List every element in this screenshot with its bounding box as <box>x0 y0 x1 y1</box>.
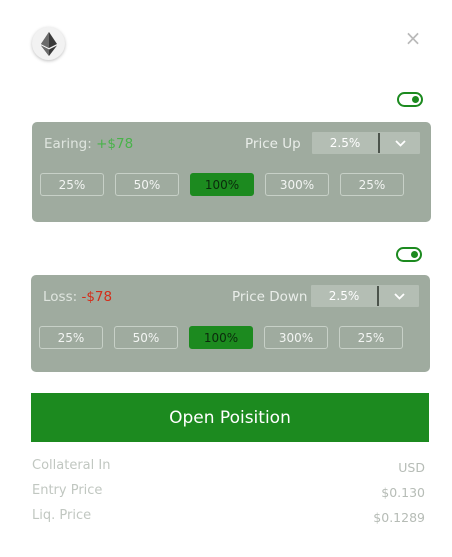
entry-price-label: Entry Price <box>32 483 103 498</box>
earning-label-group: Earing: +$78 <box>44 136 133 152</box>
loss-option-50[interactable]: 50% <box>114 326 178 349</box>
price-up-label: Price Up <box>245 136 301 152</box>
liq-price-label: Liq. Price <box>32 508 92 523</box>
ethereum-icon <box>40 31 57 56</box>
chevron-down-icon[interactable] <box>380 139 420 147</box>
loss-card: Loss: -$78 Price Down 2.5% 25% 50% 100% … <box>31 275 430 372</box>
price-up-value: 2.5% <box>329 136 361 150</box>
earning-option-100[interactable]: 100% <box>190 173 254 196</box>
close-icon[interactable]: × <box>404 28 422 48</box>
price-down-select[interactable]: 2.5% <box>311 285 419 307</box>
earning-option-50[interactable]: 50% <box>115 173 179 196</box>
price-down-label: Price Down <box>232 289 308 305</box>
earning-option-25[interactable]: 25% <box>40 173 104 196</box>
loss-value: -$78 <box>81 289 113 305</box>
price-up-select[interactable]: 2.5% <box>312 132 420 154</box>
toggle-knob <box>412 96 419 103</box>
price-down-value: 2.5% <box>328 289 360 303</box>
loss-label: Loss: <box>43 289 78 305</box>
earning-toggle[interactable] <box>397 92 423 107</box>
collateral-in-value: USD <box>398 460 425 475</box>
loss-option-25[interactable]: 25% <box>39 326 103 349</box>
toggle-knob <box>411 251 418 258</box>
chevron-down-icon[interactable] <box>379 292 419 300</box>
open-position-button[interactable]: Open Poisition <box>31 393 429 442</box>
earning-label: Earing: <box>44 136 92 152</box>
earning-option-25-last[interactable]: 25% <box>340 173 404 196</box>
earning-percent-options: 25% 50% 100% 300% 25% <box>40 173 404 196</box>
ethereum-logo <box>32 27 65 60</box>
earning-card: Earing: +$78 Price Up 2.5% 25% 50% 100% … <box>32 122 431 222</box>
loss-toggle[interactable] <box>396 247 422 262</box>
entry-price-value: $0.130 <box>381 485 425 500</box>
liq-price-value: $0.1289 <box>373 510 425 525</box>
collateral-in-label: Collateral In <box>32 458 111 473</box>
loss-option-300[interactable]: 300% <box>264 326 328 349</box>
earning-value: +$78 <box>96 136 134 152</box>
loss-option-100[interactable]: 100% <box>189 326 253 349</box>
loss-option-25-last[interactable]: 25% <box>339 326 403 349</box>
earning-option-300[interactable]: 300% <box>265 173 329 196</box>
loss-label-group: Loss: -$78 <box>43 289 112 305</box>
loss-percent-options: 25% 50% 100% 300% 25% <box>39 326 403 349</box>
